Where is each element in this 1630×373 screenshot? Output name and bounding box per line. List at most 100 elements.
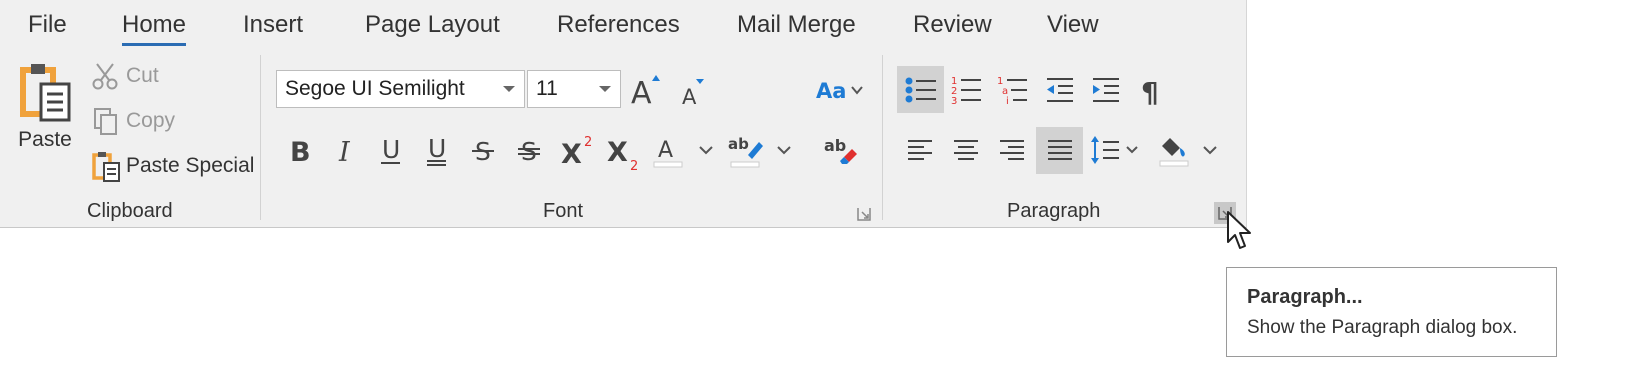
svg-text:A: A [631,76,652,108]
increase-indent-icon [1091,76,1121,104]
subscript-icon: X2 [604,132,644,172]
svg-text:I: I [338,137,351,166]
font-color-button[interactable]: A [650,132,686,170]
cut-label: Cut [126,64,159,87]
multilevel-list-icon: 1ai [995,74,1029,106]
underline-icon: U [376,133,406,167]
double-strikethrough-button[interactable]: S [512,132,546,168]
decrease-indent-icon [1045,76,1075,104]
paste-special-icon [90,150,122,182]
clipboard-group-label: Clipboard [87,200,173,222]
font-name-combo[interactable]: Segoe UI Semilight [276,70,525,108]
font-name-value: Segoe UI Semilight [285,77,465,100]
increase-indent-button[interactable] [1086,70,1126,110]
tab-references[interactable]: References [557,10,680,40]
svg-text:2: 2 [630,159,638,172]
svg-text:S: S [521,137,537,166]
tooltip-description: Show the Paragraph dialog box. [1247,317,1518,338]
italic-button[interactable]: I [328,132,362,168]
svg-text:Aa: Aa [816,79,846,103]
subscript-button[interactable]: X2 [604,132,644,172]
align-right-button[interactable] [990,130,1034,170]
paste-icon [17,60,73,122]
strikethrough-icon: S [468,134,498,166]
strikethrough-button[interactable]: S [466,132,500,168]
svg-text:U: U [382,135,400,164]
chevron-down-icon [699,146,713,155]
svg-text:A: A [658,138,673,163]
bold-button[interactable]: B [282,132,316,168]
font-size-combo[interactable]: 11 [527,70,621,108]
grow-font-button[interactable]: A [628,72,664,108]
pilcrow-icon: ¶ [1138,75,1166,105]
tab-page-layout[interactable]: Page Layout [365,10,500,40]
paste-label: Paste [18,128,72,151]
change-case-button[interactable]: Aa [814,74,866,106]
align-left-icon [906,139,934,161]
ribbon: File Home Insert Page Layout References … [0,0,1247,228]
shrink-font-button[interactable]: A [678,76,710,108]
line-spacing-button[interactable] [1088,130,1142,170]
svg-text:U: U [428,134,446,163]
highlight-button[interactable]: ab [726,132,766,170]
numbering-button[interactable]: 123 [946,68,986,112]
chevron-down-icon [599,86,611,92]
double-underline-button[interactable]: U [420,132,454,168]
tab-file[interactable]: File [28,10,67,40]
bullets-button[interactable] [897,66,944,113]
tab-home[interactable]: Home [122,10,187,46]
scissors-icon [90,60,122,92]
svg-text:ab: ab [728,135,749,153]
highlight-dropdown[interactable] [772,138,796,162]
copy-label: Copy [126,109,176,132]
superscript-icon: X2 [558,131,598,169]
grow-font-icon: A [628,72,664,108]
justify-button[interactable] [1036,127,1083,174]
paste-special-label: Paste Special [126,154,255,177]
group-divider [882,55,883,220]
copy-button[interactable]: Copy [90,105,175,137]
svg-text:3: 3 [951,96,957,106]
double-strikethrough-icon: S [514,134,544,166]
chevron-down-icon [1203,146,1217,155]
svg-text:i: i [1006,96,1009,106]
eraser-icon: ab [820,133,860,167]
change-case-icon: Aa [814,75,866,105]
font-size-value: 11 [536,77,558,100]
font-dialog-launcher[interactable] [856,206,872,222]
multilevel-list-button[interactable]: 1ai [992,68,1032,112]
superscript-button[interactable]: X2 [558,130,598,170]
align-center-icon [952,139,980,161]
align-left-button[interactable] [898,130,942,170]
justify-icon [1046,139,1074,163]
svg-text:ab: ab [824,136,846,155]
shading-button[interactable] [1154,130,1194,170]
decrease-indent-button[interactable] [1040,70,1080,110]
tab-mail-merge[interactable]: Mail Merge [737,10,856,40]
svg-text:X: X [607,137,628,168]
tab-view[interactable]: View [1047,10,1099,40]
tab-review[interactable]: Review [913,10,992,40]
paste-special-button[interactable]: Paste Special [90,150,254,182]
italic-icon: I [330,134,360,166]
double-underline-icon: U [422,133,452,167]
show-formatting-button[interactable]: ¶ [1132,70,1172,110]
bold-icon: B [284,134,314,166]
clear-formatting-button[interactable]: ab [820,132,860,168]
chevron-down-icon [777,146,791,155]
shading-dropdown[interactable] [1198,138,1222,162]
bullet-list-icon [904,75,938,105]
svg-text:A: A [682,85,697,108]
svg-text:X: X [561,139,582,169]
tooltip-title: Paragraph... [1247,286,1363,308]
align-center-button[interactable] [944,130,988,170]
underline-button[interactable]: U [374,132,408,168]
tab-insert[interactable]: Insert [243,10,303,40]
font-color-dropdown[interactable] [694,138,718,162]
cut-button[interactable]: Cut [90,60,159,92]
paragraph-group-label: Paragraph [1007,200,1101,222]
paste-button[interactable]: Paste [14,60,76,160]
svg-text:¶: ¶ [1141,76,1159,105]
chevron-down-icon [503,86,515,92]
mouse-cursor-icon [1226,210,1254,257]
